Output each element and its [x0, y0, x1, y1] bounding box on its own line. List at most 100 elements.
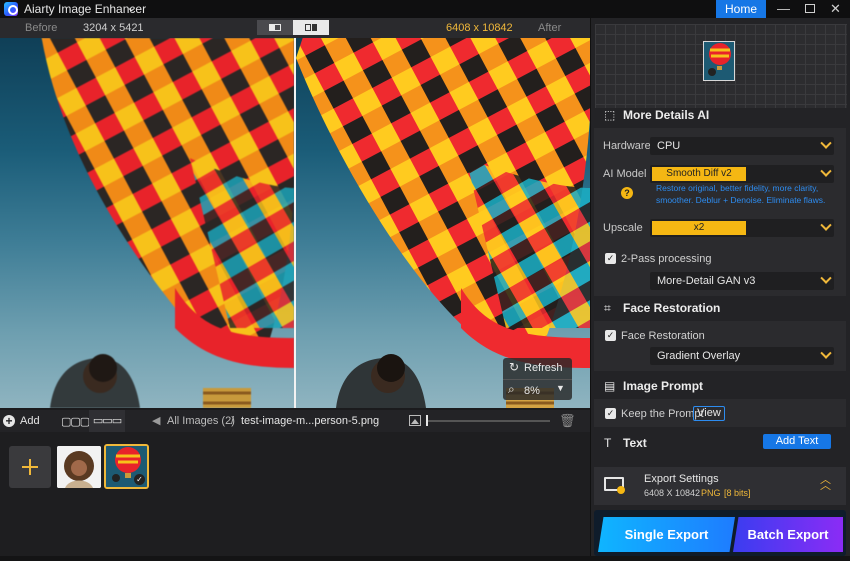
text-title: Text [623, 436, 647, 450]
side-by-side-view-button[interactable] [293, 20, 329, 35]
two-pass-checkbox[interactable]: ✓ [605, 253, 616, 264]
breadcrumb-separator: / [231, 415, 235, 427]
thumbnail-strip: ✓ [0, 432, 590, 556]
hardware-value: CPU [657, 140, 681, 152]
monitor-settings-icon [604, 477, 625, 494]
refresh-icon: ↻ [509, 360, 520, 374]
portrait-thumbnail-image [57, 446, 101, 488]
face-restoration-title: Face Restoration [623, 301, 721, 315]
face-restoration-label: Face Restoration [621, 330, 705, 342]
status-bar [0, 556, 850, 561]
chevron-down-icon [820, 219, 832, 231]
before-label: Before [25, 22, 58, 34]
split-view-button[interactable] [257, 20, 293, 35]
chevron-down-icon [820, 272, 832, 284]
maximize-icon [804, 4, 815, 14]
grid-view-icon[interactable]: ▢▢▢ [61, 415, 90, 428]
maximize-button[interactable] [796, 0, 823, 18]
thumbnail-size-slider-handle[interactable] [426, 415, 428, 426]
before-image [41, 38, 294, 408]
after-label: After [538, 22, 562, 34]
view-prompt-button[interactable]: View [693, 406, 725, 421]
add-icon[interactable]: + [3, 415, 15, 427]
upscale-select[interactable]: x2 [650, 219, 834, 237]
navigator-thumbnail-image [704, 42, 734, 80]
after-image [296, 38, 590, 408]
zoom-dropdown[interactable]: ⌕ 8% ▼ [503, 379, 572, 400]
minimize-button[interactable]: — [770, 0, 797, 18]
single-export-button[interactable]: Single Export [598, 517, 735, 552]
side-by-side-icon [305, 24, 317, 31]
more-details-ai-card: Hardware CPU AI Model Smooth Diff v2 Ups… [594, 128, 846, 296]
keep-prompt-checkbox[interactable]: ✓ [605, 408, 616, 419]
trash-icon[interactable]: 🗑 [559, 413, 576, 429]
chevron-down-icon [820, 165, 832, 177]
face-restoration-header[interactable]: ⌗ Face Restoration [594, 297, 846, 319]
image-prompt-header[interactable]: ▤ Image Prompt [594, 375, 846, 397]
more-details-ai-header[interactable]: ⬚ More Details AI [594, 104, 846, 126]
add-button[interactable]: Add [20, 415, 40, 427]
chevron-down-icon [820, 137, 832, 149]
selected-check-icon: ✓ [134, 474, 145, 485]
upscale-label: Upscale [603, 222, 643, 234]
before-image-pane[interactable] [0, 38, 294, 408]
face-restoration-mode-select[interactable]: Gradient Overlay [650, 347, 834, 365]
close-button[interactable]: ✕ [822, 0, 849, 18]
breadcrumb-file-name: test-image-m...person-5.png [241, 415, 380, 427]
before-resolution: 3204 x 5421 [83, 22, 144, 34]
ai-model-description: Restore original, better fidelity, more … [656, 183, 826, 205]
upscale-value: x2 [652, 221, 746, 235]
face-scan-icon: ⌗ [604, 301, 611, 315]
chevron-up-double-icon[interactable]: ︿ ︿ [820, 475, 831, 492]
export-settings-panel[interactable]: Export Settings 6408 X 10842 PNG [8 bits… [594, 467, 846, 505]
refresh-button[interactable]: ↻ Refresh [503, 358, 572, 378]
two-pass-label: 2-Pass processing [621, 253, 712, 265]
document-icon: ▤ [604, 379, 616, 393]
zoom-search-icon: ⌕ [508, 382, 515, 396]
back-chevron-icon[interactable]: ◀ [152, 414, 160, 427]
add-text-button[interactable]: Add Text [763, 434, 831, 449]
export-bit-depth: [8 bits] [724, 488, 751, 498]
chevron-down-icon [820, 347, 832, 359]
export-settings-title: Export Settings [644, 473, 719, 485]
export-buttons: Single Export Batch Export [594, 514, 846, 554]
batch-export-button[interactable]: Batch Export [733, 517, 843, 552]
ai-model-help-icon[interactable]: ? [621, 187, 633, 199]
thumbnail-size-slider[interactable] [426, 420, 550, 422]
export-size: 6408 X 10842 [644, 488, 701, 498]
hardware-label: Hardware [603, 140, 651, 152]
preview-overlay-controls: ↻ Refresh ⌕ 8% ▼ [503, 358, 572, 400]
navigator-preview[interactable] [595, 24, 847, 108]
text-icon: T [604, 436, 612, 450]
export-format: PNG [701, 488, 721, 498]
keep-prompt-label: Keep the Prompt [621, 408, 704, 420]
more-details-ai-title: More Details AI [623, 108, 710, 122]
after-image-pane[interactable] [296, 38, 590, 408]
view-mode-toggle [257, 20, 329, 35]
thumbnail-balloon[interactable]: ✓ [104, 444, 149, 489]
refresh-label: Refresh [524, 362, 563, 374]
gallery-toolbar: + Add ▢▢▢ ▭▭▭ ◀ All Images (2) / test-im… [0, 410, 590, 432]
image-prompt-title: Image Prompt [623, 379, 704, 393]
two-pass-model-select[interactable]: More-Detail GAN v3 [650, 272, 834, 290]
title-bar: Aiarty Image Enhancer ⌄ Home — ✕ [0, 0, 850, 18]
app-menu-chevron-down-icon[interactable]: ⌄ [126, 1, 138, 14]
home-button[interactable]: Home [716, 0, 766, 18]
ai-model-label: AI Model [603, 168, 647, 180]
two-pass-model-value: More-Detail GAN v3 [657, 275, 756, 287]
breadcrumb-all-images[interactable]: All Images (2) [167, 415, 235, 427]
enhance-icon: ⬚ [604, 108, 616, 122]
after-resolution: 6408 x 10842 [446, 22, 513, 34]
app-logo-icon [4, 2, 18, 16]
face-restoration-checkbox[interactable]: ✓ [605, 330, 616, 341]
face-restoration-card: ✓ Face Restoration Gradient Overlay [594, 321, 846, 371]
ai-model-select[interactable]: Smooth Diff v2 [650, 165, 834, 183]
add-image-tile[interactable] [9, 446, 51, 488]
navigator-thumbnail[interactable] [703, 41, 735, 81]
thumbnail-portrait[interactable] [57, 446, 101, 488]
filmstrip-view-icon[interactable]: ▭▭▭ [89, 410, 125, 432]
hardware-select[interactable]: CPU [650, 137, 834, 155]
chevron-down-icon: ▼ [556, 383, 565, 393]
ai-model-value: Smooth Diff v2 [652, 167, 746, 181]
thumbnail-size-image-icon [409, 415, 421, 426]
